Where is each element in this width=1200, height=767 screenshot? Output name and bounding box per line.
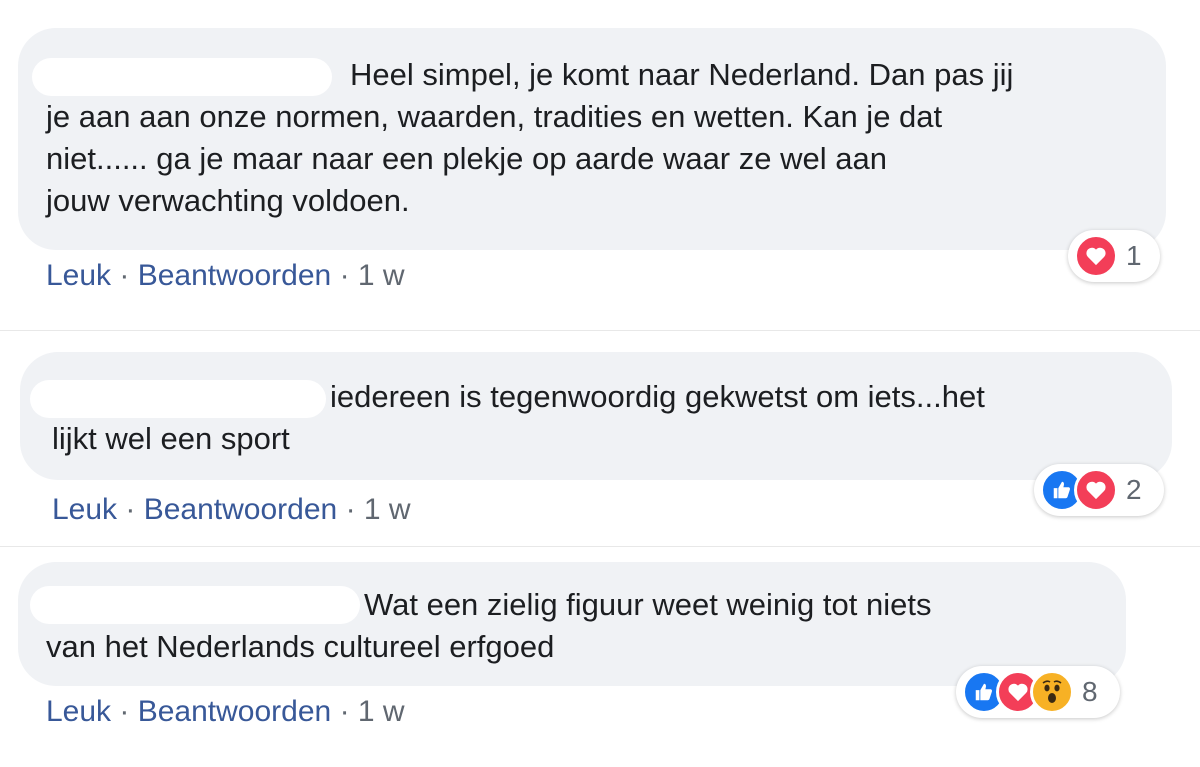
separator: · — [125, 493, 144, 526]
divider — [0, 546, 1200, 547]
reaction-summary[interactable]: 1 — [1068, 230, 1160, 282]
like-link[interactable]: Leuk — [46, 259, 111, 292]
reaction-count: 8 — [1082, 676, 1098, 707]
divider — [0, 330, 1200, 331]
separator: · — [119, 695, 138, 728]
like-link[interactable]: Leuk — [46, 695, 111, 728]
timestamp[interactable]: 1 w — [358, 695, 405, 728]
reaction-count: 1 — [1126, 240, 1142, 271]
timestamp[interactable]: 1 w — [364, 493, 411, 526]
reply-link[interactable]: Beantwoorden — [138, 695, 331, 728]
love-icon — [1074, 234, 1118, 278]
comment-bubble: iedereen is tegenwoordig gekwetst om iet… — [20, 352, 1172, 480]
reply-link[interactable]: Beantwoorden — [138, 259, 331, 292]
comment-text: Heel simpel, je komt naar Nederland. Dan… — [46, 57, 1014, 218]
comment-text: iedereen is tegenwoordig gekwetst om iet… — [52, 379, 985, 456]
comment-actions: Leuk · Beantwoorden · 1 w — [46, 694, 405, 730]
comment-bubble: Heel simpel, je komt naar Nederland. Dan… — [18, 28, 1166, 250]
comment-bubble: Wat een zielig figuur weet weinig tot ni… — [18, 562, 1126, 686]
reaction-summary[interactable]: 2 — [1034, 464, 1164, 516]
like-link[interactable]: Leuk — [52, 493, 117, 526]
comment-text: Wat een zielig figuur weet weinig tot ni… — [46, 587, 932, 664]
separator: · — [119, 259, 138, 292]
comment-actions: Leuk · Beantwoorden · 1 w — [52, 492, 411, 528]
reaction-count: 2 — [1126, 474, 1142, 505]
timestamp[interactable]: 1 w — [358, 259, 405, 292]
wow-icon — [1030, 670, 1074, 714]
reply-link[interactable]: Beantwoorden — [144, 493, 337, 526]
separator: · — [339, 259, 358, 292]
separator: · — [339, 695, 358, 728]
love-icon — [1074, 468, 1118, 512]
comment-actions: Leuk · Beantwoorden · 1 w — [46, 258, 405, 294]
reaction-summary[interactable]: 8 — [956, 666, 1120, 718]
separator: · — [345, 493, 364, 526]
